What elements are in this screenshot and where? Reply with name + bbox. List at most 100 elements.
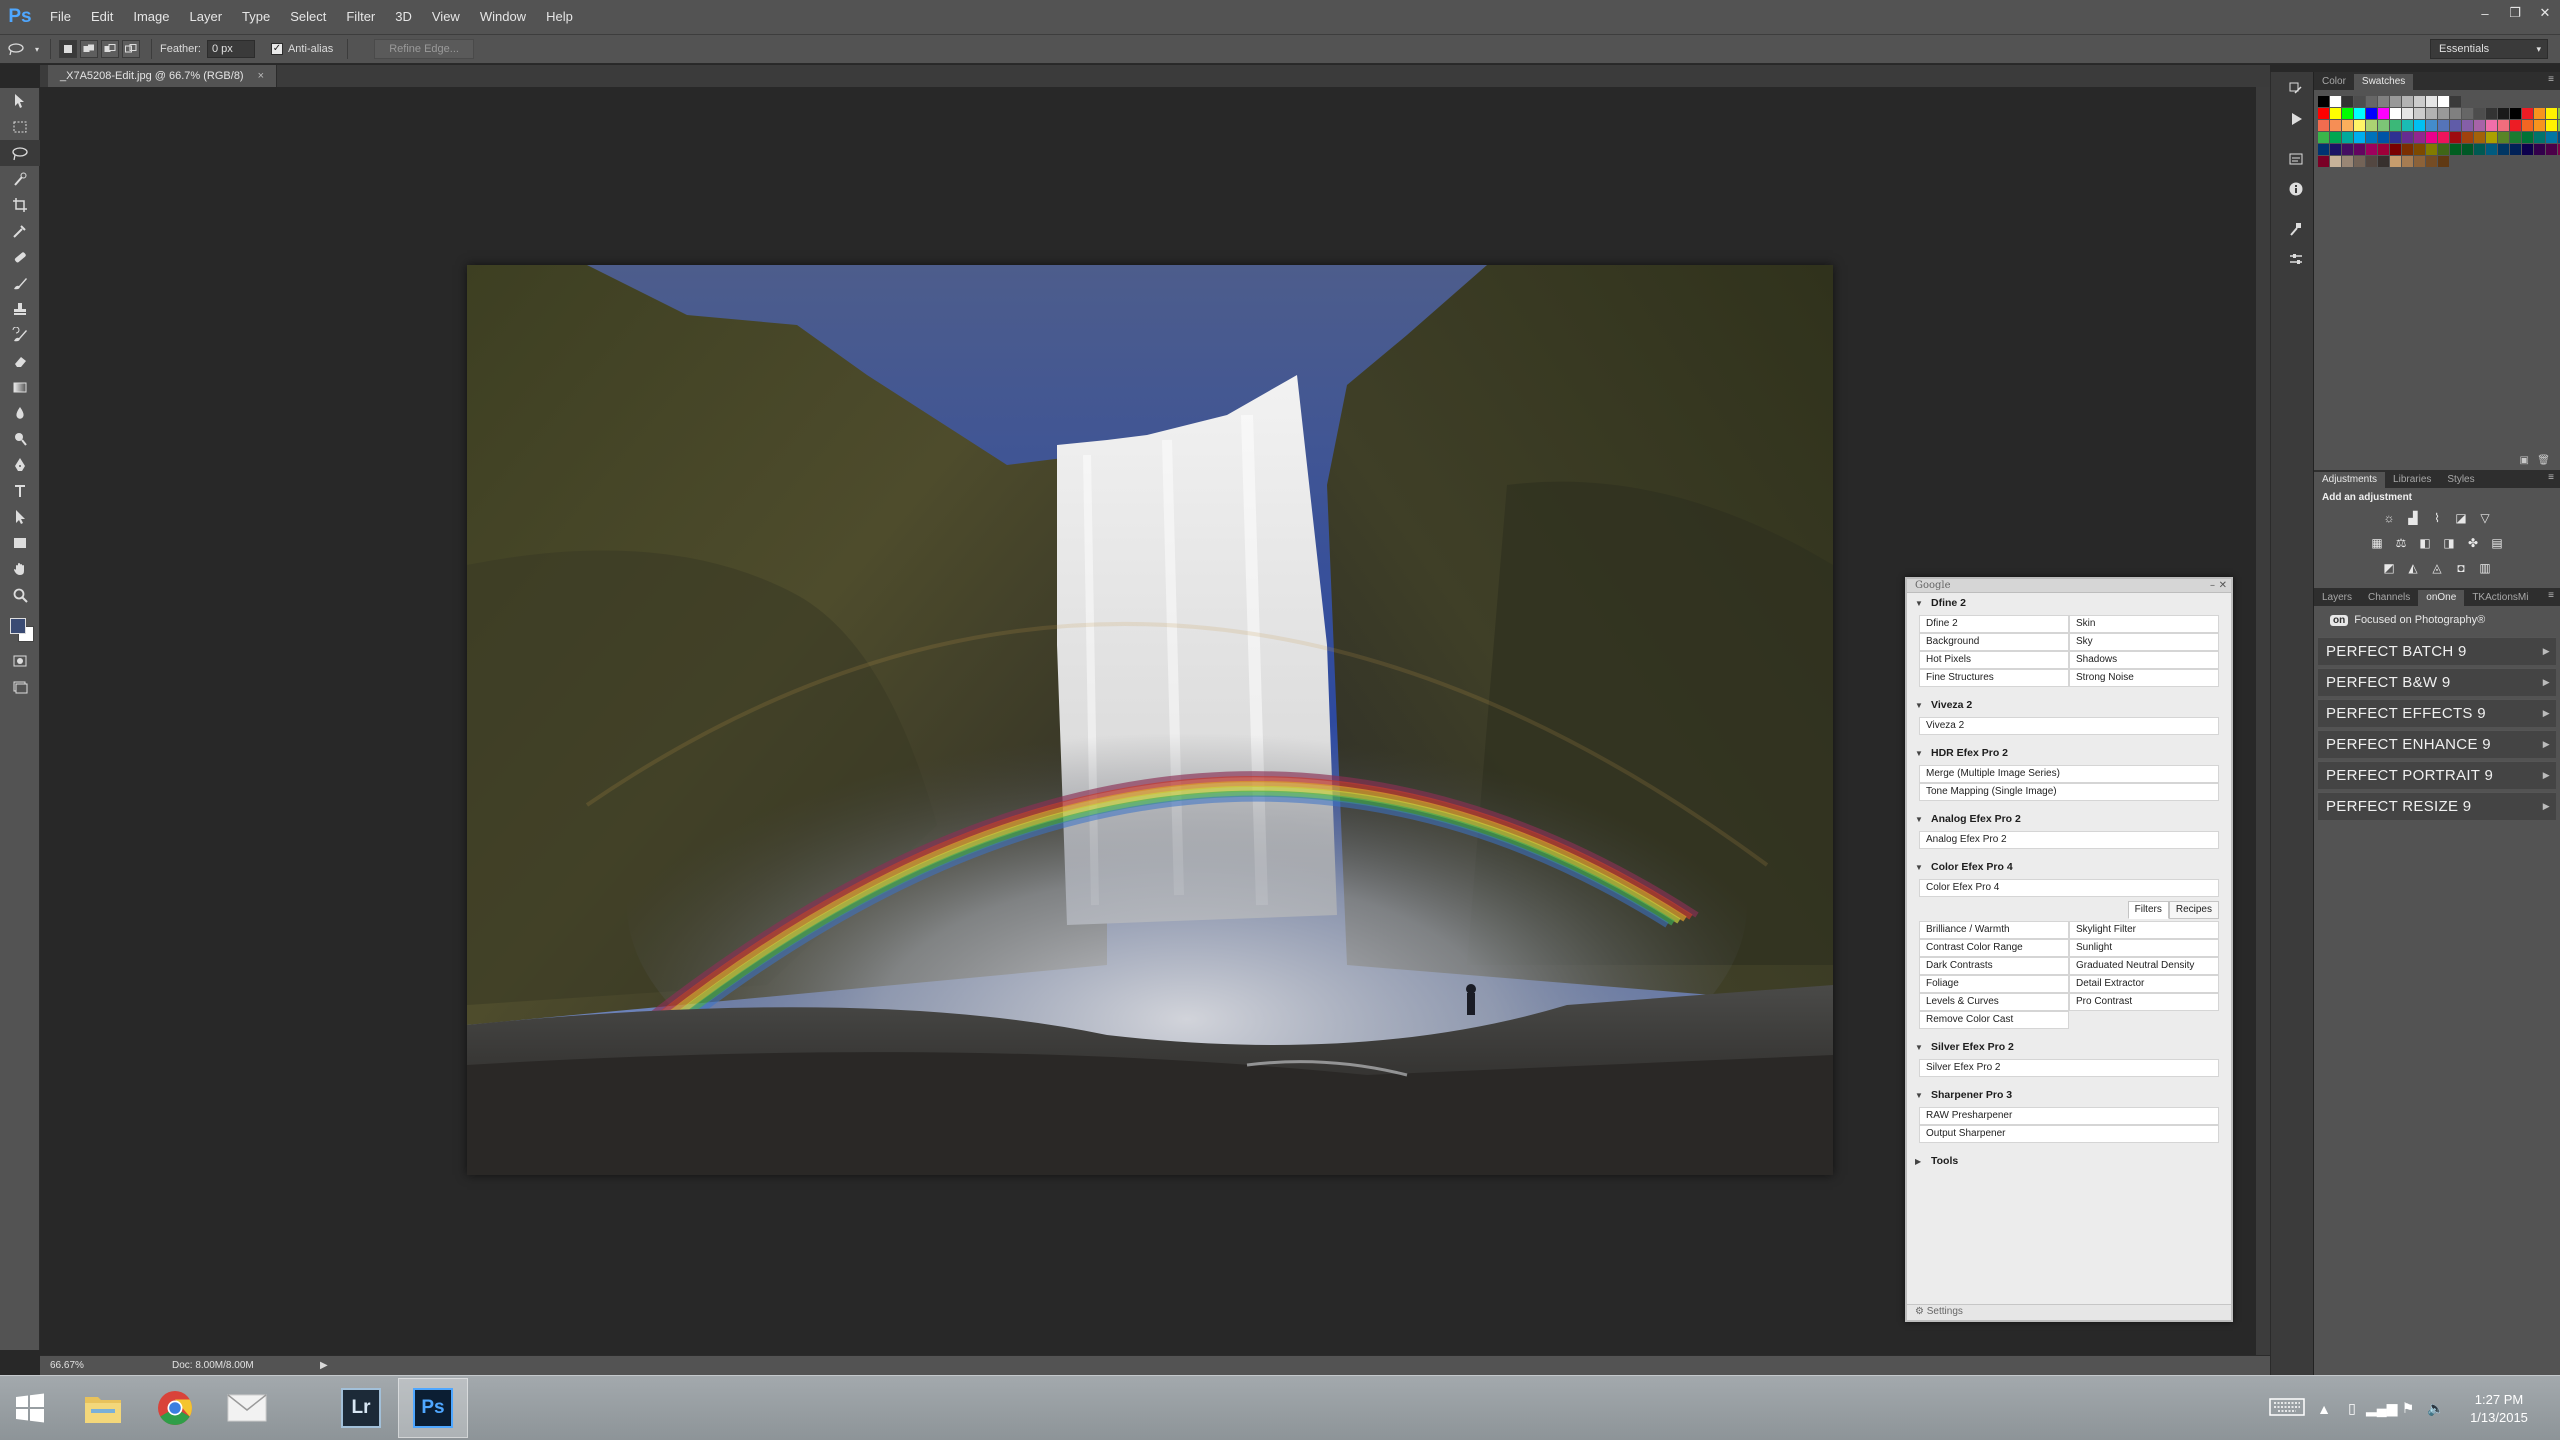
- color-swatch[interactable]: [2486, 144, 2497, 155]
- color-swatch[interactable]: [2402, 156, 2413, 167]
- trash-icon[interactable]: 🗑: [2537, 455, 2550, 466]
- color-swatch[interactable]: [2474, 120, 2485, 131]
- color-swatch[interactable]: [2318, 120, 2329, 131]
- tab-onone[interactable]: onOne: [2418, 590, 2465, 606]
- menu-image[interactable]: Image: [123, 0, 179, 34]
- pen-tool-icon[interactable]: [0, 452, 40, 478]
- nik-section-header[interactable]: ▼ Dfine 2: [1913, 593, 2225, 613]
- hand-tool-icon[interactable]: [0, 556, 40, 582]
- menu-view[interactable]: View: [422, 0, 470, 34]
- intersect-selection-button[interactable]: [122, 40, 140, 58]
- nik-filter-item[interactable]: Viveza 2: [1919, 717, 2219, 735]
- menu-layer[interactable]: Layer: [180, 0, 233, 34]
- color-swatch[interactable]: [2462, 96, 2473, 107]
- color-swatch[interactable]: [2522, 156, 2533, 167]
- color-swatch[interactable]: [2438, 132, 2449, 143]
- color-swatch[interactable]: [2522, 120, 2533, 131]
- nik-section-header[interactable]: ▼ HDR Efex Pro 2: [1913, 743, 2225, 763]
- menu-file[interactable]: File: [40, 0, 81, 34]
- rectangle-tool-icon[interactable]: [0, 530, 40, 556]
- color-swatch[interactable]: [2390, 132, 2401, 143]
- tab-tkactionsmi[interactable]: TKActionsMi: [2464, 590, 2536, 606]
- color-swatch[interactable]: [2342, 96, 2353, 107]
- black-white-icon[interactable]: ◨: [2440, 534, 2458, 552]
- menu-type[interactable]: Type: [232, 0, 280, 34]
- color-swatch[interactable]: [2402, 108, 2413, 119]
- tab-filters[interactable]: Filters: [2127, 901, 2169, 919]
- color-swatch[interactable]: [2402, 96, 2413, 107]
- posterize-icon[interactable]: ◭: [2404, 559, 2422, 577]
- document-image[interactable]: [467, 265, 1833, 1175]
- nik-section-header[interactable]: ▶ Tools: [1913, 1151, 2225, 1171]
- color-swatch[interactable]: [2378, 132, 2389, 143]
- color-swatch[interactable]: [2414, 108, 2425, 119]
- close-button[interactable]: ✕: [2530, 0, 2560, 26]
- nik-filter-item[interactable]: Dark Contrasts: [1919, 957, 2069, 975]
- color-swatch[interactable]: [2474, 156, 2485, 167]
- marquee-tool-icon[interactable]: [0, 114, 40, 140]
- color-swatch[interactable]: [2318, 108, 2329, 119]
- invert-icon[interactable]: ◩: [2380, 559, 2398, 577]
- color-swatch[interactable]: [2354, 96, 2365, 107]
- color-swatch[interactable]: [2402, 144, 2413, 155]
- color-swatch[interactable]: [2318, 156, 2329, 167]
- lasso-tool-icon[interactable]: [0, 140, 40, 166]
- onone-item-perfect-b-w-9[interactable]: PERFECT B&W 9 ▶: [2318, 668, 2556, 696]
- add-to-selection-button[interactable]: [80, 40, 98, 58]
- tab-swatches[interactable]: Swatches: [2353, 74, 2414, 90]
- move-tool-icon[interactable]: [0, 88, 40, 114]
- nik-filter-item[interactable]: Output Sharpener: [1919, 1125, 2219, 1143]
- color-swatch[interactable]: [2318, 132, 2329, 143]
- onone-item-perfect-batch-9[interactable]: PERFECT BATCH 9 ▶: [2318, 637, 2556, 665]
- color-swatch[interactable]: [2426, 108, 2437, 119]
- nik-filter-item[interactable]: Remove Color Cast: [1919, 1011, 2069, 1029]
- brightness-contrast-icon[interactable]: ☼: [2380, 509, 2398, 527]
- nik-filter-item[interactable]: Merge (Multiple Image Series): [1919, 765, 2219, 783]
- menu-select[interactable]: Select: [280, 0, 336, 34]
- color-swatch[interactable]: [2390, 120, 2401, 131]
- color-swatch[interactable]: [2414, 132, 2425, 143]
- collapse-icon[interactable]: –: [2210, 579, 2215, 592]
- nik-filter-item[interactable]: Color Efex Pro 4: [1919, 879, 2219, 897]
- power-icon[interactable]: ▯: [2338, 1400, 2366, 1417]
- quick-mask-icon[interactable]: [0, 648, 40, 674]
- nik-filter-item[interactable]: Brilliance / Warmth: [1919, 921, 2069, 939]
- zoom-level[interactable]: 66.67%: [40, 1360, 120, 1371]
- color-swatch[interactable]: [2354, 156, 2365, 167]
- nik-filter-item[interactable]: Analog Efex Pro 2: [1919, 831, 2219, 849]
- color-swatch[interactable]: [2534, 96, 2545, 107]
- color-swatch[interactable]: [2414, 96, 2425, 107]
- volume-icon[interactable]: 🔈: [2422, 1400, 2450, 1417]
- keyboard-icon[interactable]: [2264, 1397, 2310, 1420]
- taskbar-file-explorer[interactable]: [68, 1378, 138, 1438]
- color-swatch[interactable]: [2330, 96, 2341, 107]
- tab-channels[interactable]: Channels: [2360, 590, 2418, 606]
- color-swatch[interactable]: [2462, 120, 2473, 131]
- color-swatch[interactable]: [2486, 96, 2497, 107]
- nik-filter-item[interactable]: Sunlight: [2069, 939, 2219, 957]
- taskbar-photoshop[interactable]: Ps: [398, 1378, 468, 1438]
- nik-filter-item[interactable]: Tone Mapping (Single Image): [1919, 783, 2219, 801]
- nik-filter-item[interactable]: Skin: [2069, 615, 2219, 633]
- color-swatch[interactable]: [2318, 96, 2329, 107]
- color-swatch[interactable]: [2354, 132, 2365, 143]
- onone-item-perfect-resize-9[interactable]: PERFECT RESIZE 9 ▶: [2318, 792, 2556, 820]
- color-swatch[interactable]: [2546, 96, 2557, 107]
- nik-section-header[interactable]: ▼ Viveza 2: [1913, 695, 2225, 715]
- color-swatch[interactable]: [2378, 120, 2389, 131]
- lasso-tool-preset-icon[interactable]: [6, 39, 26, 59]
- color-lookup-icon[interactable]: ▤: [2488, 534, 2506, 552]
- color-swatch[interactable]: [2522, 108, 2533, 119]
- color-swatch[interactable]: [2474, 96, 2485, 107]
- color-swatch[interactable]: [2510, 132, 2521, 143]
- eyedropper-tool-icon[interactable]: [0, 218, 40, 244]
- brush-tool-icon[interactable]: [0, 270, 40, 296]
- color-swatch[interactable]: [2450, 120, 2461, 131]
- clock[interactable]: 1:27 PM 1/13/2015: [2458, 1391, 2540, 1427]
- color-swatch[interactable]: [2342, 156, 2353, 167]
- tab-styles[interactable]: Styles: [2439, 472, 2482, 488]
- new-selection-button[interactable]: [59, 40, 77, 58]
- color-swatch[interactable]: [2498, 96, 2509, 107]
- tab-layers[interactable]: Layers: [2314, 590, 2360, 606]
- onone-item-perfect-portrait-9[interactable]: PERFECT PORTRAIT 9 ▶: [2318, 761, 2556, 789]
